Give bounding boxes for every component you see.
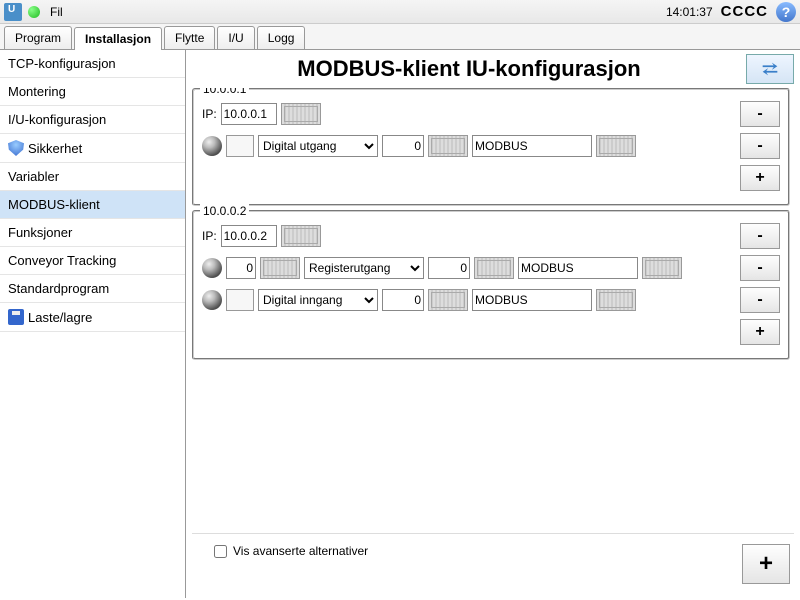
sidebar-item-label: TCP-konfigurasjon [8, 56, 116, 71]
ip-label: IP: [202, 229, 217, 243]
tab-logg[interactable]: Logg [257, 26, 306, 49]
signal-type-select[interactable]: Digital inngangDigital utgangRegisterinn… [258, 135, 378, 157]
signal-name-input[interactable] [472, 135, 592, 157]
sidebar-item-variabler[interactable]: Variabler [0, 163, 185, 191]
clock: 14:01:37 [666, 5, 713, 19]
signal-status-icon [202, 136, 222, 156]
signal-address-input[interactable] [428, 257, 470, 279]
advanced-checkbox[interactable] [214, 545, 227, 558]
tab-program[interactable]: Program [4, 26, 72, 49]
remove-signal-button[interactable]: - [740, 133, 780, 159]
sidebar-item-label: Variabler [8, 169, 59, 184]
keyboard-button[interactable] [474, 257, 514, 279]
sidebar-item-montering[interactable]: Montering [0, 78, 185, 106]
sidebar-item-label: Standardprogram [8, 281, 109, 296]
footer: Vis avanserte alternativer + [192, 533, 794, 594]
ip-input[interactable] [221, 103, 277, 125]
remove-server-button[interactable]: - [740, 223, 780, 249]
signal-value-input[interactable] [226, 257, 256, 279]
sidebar-item-label: I/U-konfigurasjon [8, 112, 106, 127]
keyboard-button[interactable] [281, 103, 321, 125]
tab-flytte[interactable]: Flytte [164, 26, 215, 49]
add-server-button[interactable]: + [742, 544, 790, 584]
main-panel: MODBUS-klient IU-konfigurasjon 10.0.0.1 I… [186, 50, 800, 598]
keyboard-button[interactable] [596, 135, 636, 157]
signal-status-icon [202, 290, 222, 310]
refresh-icon [759, 60, 781, 78]
keyboard-button[interactable] [642, 257, 682, 279]
disk-icon [8, 309, 24, 325]
signal-name-input[interactable] [518, 257, 638, 279]
add-signal-button[interactable]: + [740, 165, 780, 191]
sidebar-item-label: MODBUS-klient [8, 197, 100, 212]
sidebar-item-standardprogram[interactable]: Standardprogram [0, 275, 185, 303]
sidebar-item-sikkerhet[interactable]: Sikkerhet [0, 134, 185, 163]
connection-status-icon [28, 6, 40, 18]
add-signal-button[interactable]: + [740, 319, 780, 345]
signal-state-box[interactable] [226, 135, 254, 157]
refresh-button[interactable] [746, 54, 794, 84]
ip-label: IP: [202, 107, 217, 121]
group-legend: 10.0.0.2 [200, 204, 249, 218]
advanced-label-text: Vis avanserte alternativer [233, 544, 368, 558]
shield-icon [8, 140, 24, 156]
signal-address-input[interactable] [382, 135, 424, 157]
keyboard-button[interactable] [428, 289, 468, 311]
keyboard-button[interactable] [428, 135, 468, 157]
sidebar-item-label: Laste/lagre [28, 310, 92, 325]
page-title: MODBUS-klient IU-konfigurasjon [192, 56, 746, 82]
modbus-server-group: 10.0.0.2IP:-Digital inngangDigital utgan… [192, 210, 790, 360]
ur-logo [4, 3, 22, 21]
sidebar: TCP-konfigurasjon Montering I/U-konfiguras… [0, 50, 186, 598]
sidebar-item-i-u-konfigurasjon[interactable]: I/U-konfigurasjon [0, 106, 185, 134]
file-menu[interactable]: Fil [46, 1, 67, 23]
signal-state-box[interactable] [226, 289, 254, 311]
remove-server-button[interactable]: - [740, 101, 780, 127]
keyboard-button[interactable] [596, 289, 636, 311]
group-legend: 10.0.0.1 [200, 88, 249, 96]
tab-bar: ProgramInstallasjonFlytteI/ULogg [0, 24, 800, 50]
signal-name-input[interactable] [472, 289, 592, 311]
tab-i/u[interactable]: I/U [217, 26, 254, 49]
remove-signal-button[interactable]: - [740, 287, 780, 313]
modbus-server-group: 10.0.0.1 IP: - Digital inngangDigital utgan… [192, 88, 790, 206]
signal-type-select[interactable]: Digital inngangDigital utgangRegisterinn… [258, 289, 378, 311]
keyboard-button[interactable] [260, 257, 300, 279]
sidebar-item-funksjoner[interactable]: Funksjoner [0, 219, 185, 247]
ip-input[interactable] [221, 225, 277, 247]
menubar: Fil 14:01:37 CCCC ? [0, 0, 800, 24]
sidebar-item-laste-lagre[interactable]: Laste/lagre [0, 303, 185, 332]
sidebar-item-tcp-konfigurasjon[interactable]: TCP-konfigurasjon [0, 50, 185, 78]
sidebar-item-label: Sikkerhet [28, 141, 82, 156]
sidebar-item-label: Funksjoner [8, 225, 72, 240]
keyboard-button[interactable] [281, 225, 321, 247]
sidebar-item-label: Conveyor Tracking [8, 253, 116, 268]
advanced-checkbox-label[interactable]: Vis avanserte alternativer [214, 544, 368, 558]
sidebar-item-modbus-klient[interactable]: MODBUS-klient [0, 191, 185, 219]
signal-type-select[interactable]: Digital inngangDigital utgangRegisterinn… [304, 257, 424, 279]
sidebar-item-conveyor-tracking[interactable]: Conveyor Tracking [0, 247, 185, 275]
tab-installasjon[interactable]: Installasjon [74, 27, 162, 50]
remove-signal-button[interactable]: - [740, 255, 780, 281]
help-button[interactable]: ? [776, 2, 796, 22]
signal-address-input[interactable] [382, 289, 424, 311]
sidebar-item-label: Montering [8, 84, 66, 99]
signal-status-icon [202, 258, 222, 278]
status-indicator: CCCC [721, 3, 768, 20]
